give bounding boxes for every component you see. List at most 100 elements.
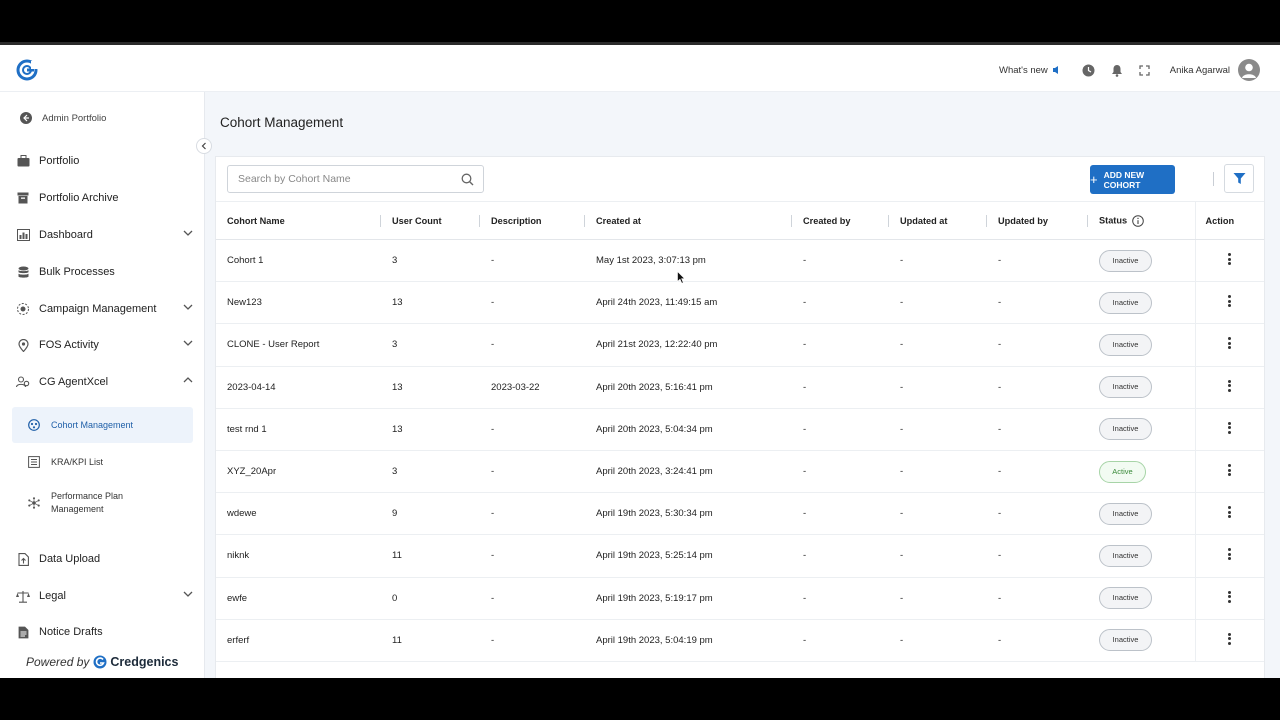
column-header-user-count[interactable]: User Count bbox=[381, 201, 480, 240]
sidebar-item-label: CG AgentXcel bbox=[39, 376, 109, 388]
admin-portfolio-back[interactable]: Admin Portfolio bbox=[20, 112, 106, 124]
description-cell: - bbox=[480, 323, 585, 367]
sidebar-item-label: FOS Activity bbox=[39, 339, 99, 351]
user-avatar-icon[interactable] bbox=[1238, 59, 1260, 81]
status-cell: Inactive bbox=[1088, 534, 1195, 578]
powered-by-label: Powered by bbox=[26, 655, 90, 669]
add-new-cohort-button[interactable]: + ADD NEW COHORT bbox=[1090, 165, 1175, 194]
user-count-cell: 11 bbox=[381, 619, 480, 662]
table-row[interactable]: New123 13- April 24th 2023, 11:49:15 am - - -… bbox=[216, 281, 1264, 325]
back-arrow-icon bbox=[20, 112, 32, 124]
credgenics-brand-icon bbox=[93, 655, 107, 669]
more-vertical-icon[interactable] bbox=[1228, 547, 1232, 562]
admin-portfolio-label: Admin Portfolio bbox=[42, 112, 107, 124]
add-new-cohort-label: ADD NEW COHORT bbox=[1103, 169, 1145, 190]
column-header-description[interactable]: Description bbox=[480, 201, 585, 240]
more-vertical-icon[interactable] bbox=[1228, 252, 1232, 267]
briefcase-icon bbox=[16, 154, 30, 168]
created-by-cell: - bbox=[792, 323, 889, 367]
table-row[interactable]: XYZ_20Apr 3- April 20th 2023, 3:24:41 pm - -… bbox=[216, 450, 1264, 494]
credgenics-logo-icon[interactable] bbox=[16, 59, 38, 81]
table-row[interactable]: niknk 11- April 19th 2023, 5:25:14 pm - - - In… bbox=[216, 534, 1264, 578]
clock-icon[interactable] bbox=[1082, 63, 1096, 77]
status-cell: Inactive bbox=[1088, 366, 1195, 409]
column-header-updated-at[interactable]: Updated at bbox=[889, 201, 987, 240]
sidebar-item-cg-agentxcel[interactable]: CG AgentXcel bbox=[0, 367, 205, 397]
action-cell bbox=[1194, 534, 1264, 578]
column-header-created-at[interactable]: Created at bbox=[585, 201, 792, 240]
created-by-cell: - bbox=[792, 408, 889, 451]
sidebar-item-label: Dashboard bbox=[39, 229, 93, 241]
table-row[interactable]: CLONE - User Report 3- April 21st 2023, 12… bbox=[216, 323, 1264, 367]
sidebar-collapse-button[interactable] bbox=[196, 138, 212, 154]
table-header-row: Cohort Name User Count Description Creat… bbox=[216, 201, 1264, 240]
sidebar-item-portfolio[interactable]: Portfolio bbox=[0, 146, 205, 176]
fullscreen-icon[interactable] bbox=[1138, 63, 1152, 77]
filter-button[interactable] bbox=[1224, 164, 1254, 193]
sidebar-item-portfolio-archive[interactable]: Portfolio Archive bbox=[0, 183, 205, 213]
user-count-cell: 11 bbox=[381, 534, 480, 578]
table-row[interactable]: Cohort 1 3- May 1st 2023, 3:07:13 pm - - - Ina… bbox=[216, 239, 1264, 283]
updated-by-cell: - bbox=[987, 534, 1088, 578]
updated-at-cell: - bbox=[889, 239, 987, 283]
sidebar-item-label: Campaign Management bbox=[39, 303, 157, 315]
sidebar-item-dashboard[interactable]: Dashboard bbox=[0, 220, 205, 250]
cohort-name-cell: niknk bbox=[216, 534, 381, 578]
sidebar-subitem-label: KRA/KPI List bbox=[51, 457, 104, 467]
table-row[interactable]: ewfe 0- April 19th 2023, 5:19:17 pm - - - Inac… bbox=[216, 577, 1264, 620]
table-row[interactable]: test rnd 1 13- April 20th 2023, 5:04:34 pm… bbox=[216, 408, 1264, 451]
column-header-updated-by[interactable]: Updated by bbox=[987, 201, 1088, 240]
column-header-created-by[interactable]: Created by bbox=[792, 201, 889, 240]
agents-icon bbox=[16, 375, 30, 389]
column-header-cohort-name[interactable]: Cohort Name bbox=[216, 201, 381, 240]
updated-at-cell: - bbox=[889, 408, 987, 451]
chevron-left-icon bbox=[201, 142, 206, 150]
created-by-cell: - bbox=[792, 281, 889, 325]
table-row[interactable]: erferf 11- April 19th 2023, 5:04:19 pm - - - I… bbox=[216, 619, 1264, 662]
sidebar-item-legal[interactable]: Legal bbox=[0, 581, 205, 611]
dashboard-icon bbox=[16, 228, 30, 242]
mouse-cursor-icon bbox=[677, 271, 685, 284]
more-vertical-icon[interactable] bbox=[1228, 463, 1232, 478]
created-at-cell: April 19th 2023, 5:19:17 pm bbox=[585, 577, 792, 620]
whats-new-link[interactable]: What's new bbox=[999, 65, 1060, 76]
more-vertical-icon[interactable] bbox=[1228, 336, 1232, 351]
column-header-status[interactable]: Status bbox=[1088, 201, 1195, 240]
sidebar-item-bulk-processes[interactable]: Bulk Processes bbox=[0, 257, 205, 287]
more-vertical-icon[interactable] bbox=[1228, 378, 1232, 393]
status-cell: Inactive bbox=[1088, 323, 1195, 367]
created-at-cell: April 20th 2023, 5:16:41 pm bbox=[585, 366, 792, 409]
sidebar-item-performance-plan-management[interactable]: Performance Plan Management bbox=[12, 485, 193, 521]
info-icon[interactable] bbox=[1132, 214, 1144, 227]
sidebar-item-cohort-management[interactable]: Cohort Management bbox=[12, 407, 193, 443]
bell-icon[interactable] bbox=[1110, 63, 1124, 77]
action-cell bbox=[1194, 366, 1264, 409]
sidebar-item-campaign-management[interactable]: Campaign Management bbox=[0, 294, 205, 324]
status-badge: Inactive bbox=[1099, 249, 1152, 272]
more-vertical-icon[interactable] bbox=[1228, 631, 1232, 646]
sidebar-item-notice-drafts[interactable]: Notice Drafts bbox=[0, 617, 205, 647]
more-vertical-icon[interactable] bbox=[1228, 505, 1232, 520]
table-row[interactable]: 2023-04-14 13 2023-03-22 April 20th 2023, 5… bbox=[216, 366, 1264, 409]
sidebar-item-kra-kpi-list[interactable]: KRA/KPI List bbox=[12, 444, 193, 480]
sidebar-item-fos-activity[interactable]: FOS Activity bbox=[0, 330, 205, 360]
column-header-action: Action bbox=[1194, 201, 1264, 240]
sidebar-subitem-label: Cohort Management bbox=[51, 420, 134, 430]
more-vertical-icon[interactable] bbox=[1228, 294, 1232, 309]
updated-by-cell: - bbox=[987, 577, 1088, 620]
user-name[interactable]: Anika Agarwal bbox=[1170, 65, 1230, 76]
sidebar-subitem-label: Performance Plan Management bbox=[51, 491, 124, 514]
sidebar-item-label: Data Upload bbox=[39, 553, 101, 565]
more-vertical-icon[interactable] bbox=[1228, 589, 1232, 604]
action-cell bbox=[1194, 323, 1264, 367]
search-input[interactable]: Search by Cohort Name bbox=[227, 165, 484, 193]
updated-by-cell: - bbox=[987, 408, 1088, 451]
table-row[interactable]: wdewe 9- April 19th 2023, 5:30:34 pm - - - Ina… bbox=[216, 492, 1264, 536]
status-cell: Inactive bbox=[1088, 281, 1195, 325]
created-by-cell: - bbox=[792, 239, 889, 283]
updated-by-cell: - bbox=[987, 366, 1088, 409]
sidebar-item-data-upload[interactable]: Data Upload bbox=[0, 544, 205, 574]
more-vertical-icon[interactable] bbox=[1228, 420, 1232, 435]
sidebar-item-label: Bulk Processes bbox=[39, 266, 115, 278]
status-badge: Inactive bbox=[1099, 629, 1152, 652]
